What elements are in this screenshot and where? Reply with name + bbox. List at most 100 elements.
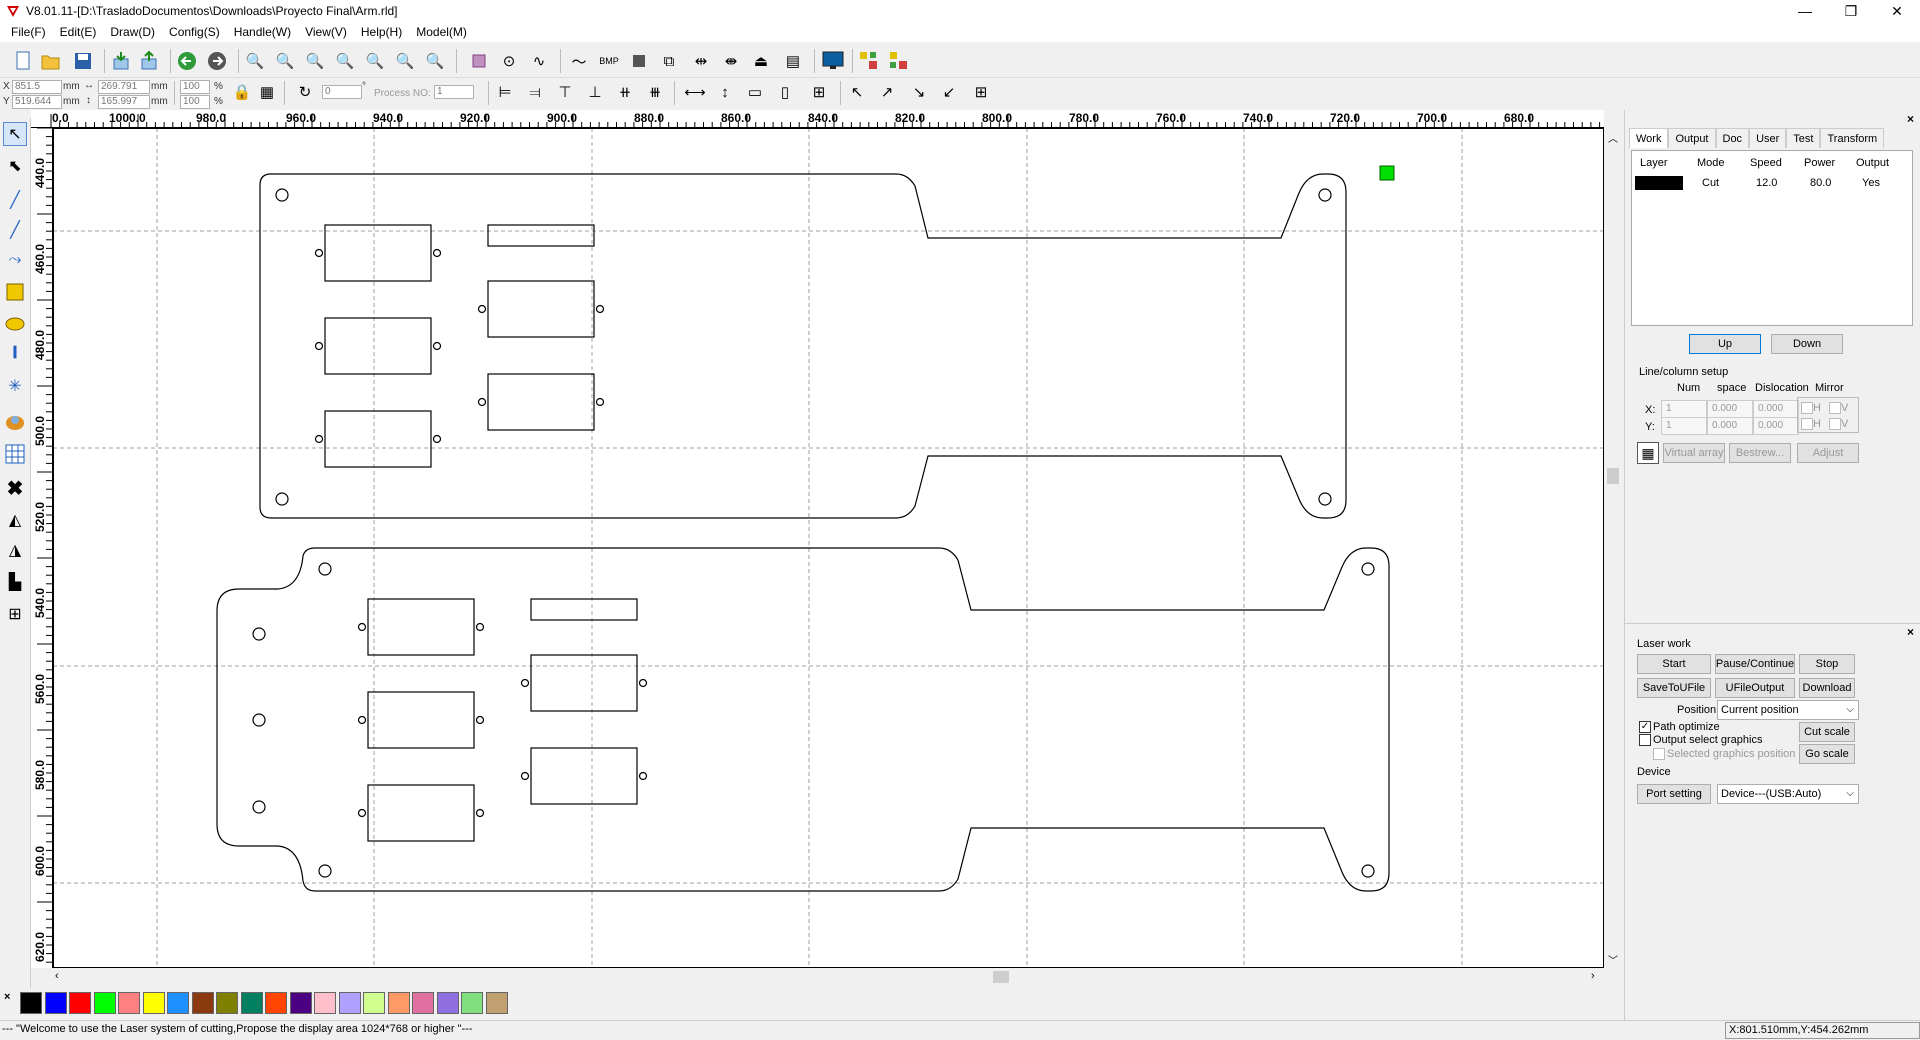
- drawing-canvas[interactable]: [53, 128, 1604, 968]
- close-button[interactable]: ✕: [1874, 0, 1920, 22]
- port-setting-button[interactable]: Port setting: [1637, 784, 1711, 804]
- mirror-x-v-checkbox[interactable]: [1829, 402, 1841, 414]
- distribute-icon[interactable]: ⇼: [718, 48, 744, 74]
- lock-ratio-icon[interactable]: 🔒: [232, 81, 252, 103]
- menu-edit[interactable]: Edit(E): [53, 25, 104, 39]
- delete-icon[interactable]: ✖: [3, 476, 27, 500]
- color-swatch[interactable]: [142, 992, 165, 1014]
- device-select[interactable]: Device---(USB:Auto) ⌵: [1717, 784, 1859, 804]
- bestrew-button[interactable]: Bestrew...: [1729, 443, 1791, 463]
- y-space-field[interactable]: 0.000: [1707, 417, 1753, 435]
- zoom-page-icon[interactable]: 🔍: [332, 48, 358, 74]
- move-bottom-right-icon[interactable]: ↘: [908, 81, 930, 103]
- node-edit-icon[interactable]: ⊙: [496, 48, 522, 74]
- path-optimize-checkbox[interactable]: ✓: [1639, 721, 1651, 733]
- scroll-thumb-h[interactable]: [993, 971, 1009, 983]
- horizontal-scrollbar[interactable]: ‹ ›: [53, 968, 1604, 986]
- rotate-icon[interactable]: ↻: [294, 81, 316, 103]
- adjust-button[interactable]: Adjust: [1797, 443, 1859, 463]
- group-icon[interactable]: ⧉: [656, 48, 682, 74]
- align-center-h-icon[interactable]: ⧻: [644, 81, 666, 103]
- color-swatch[interactable]: [412, 992, 434, 1014]
- virtual-array-button[interactable]: Virtual array: [1663, 443, 1725, 463]
- undo-icon[interactable]: [174, 48, 200, 74]
- x-space-field[interactable]: 0.000: [1707, 400, 1753, 418]
- vectorize-icon[interactable]: 〜: [566, 48, 592, 74]
- scroll-down-icon[interactable]: ﹀: [1608, 952, 1618, 967]
- scroll-thumb-v[interactable]: [1607, 468, 1619, 484]
- move-top-right-icon[interactable]: ↗: [876, 81, 898, 103]
- menu-config[interactable]: Config(S): [162, 25, 227, 39]
- color-swatch[interactable]: [44, 992, 67, 1014]
- align-h-icon[interactable]: ⇹: [688, 48, 714, 74]
- zoom-window-icon[interactable]: 🔍: [422, 48, 448, 74]
- laser-head-icon[interactable]: ⏏: [748, 48, 774, 74]
- sort-layers-icon[interactable]: [856, 48, 882, 74]
- y-num-field[interactable]: 1: [1661, 417, 1707, 435]
- mirror-h-icon[interactable]: ◭: [3, 508, 27, 532]
- bitmap-edit-icon[interactable]: [3, 410, 27, 434]
- zoom-out-icon[interactable]: 🔍: [302, 48, 328, 74]
- bitmap-icon[interactable]: BMP: [596, 48, 622, 74]
- properties-icon[interactable]: ▤: [780, 48, 806, 74]
- go-scale-button[interactable]: Go scale: [1799, 744, 1855, 764]
- layer-icon[interactable]: ▙: [3, 570, 27, 594]
- line-icon[interactable]: ╱: [3, 188, 27, 212]
- array-copy-icon[interactable]: ⊞: [3, 602, 27, 626]
- menu-view[interactable]: View(V): [298, 25, 354, 39]
- same-height-icon[interactable]: ↕: [714, 81, 736, 103]
- tab-test[interactable]: Test: [1786, 128, 1821, 148]
- height-field[interactable]: 165.997: [98, 95, 150, 109]
- ufile-output-button[interactable]: UFileOutput: [1715, 678, 1795, 698]
- scroll-left-icon[interactable]: ‹: [55, 970, 59, 982]
- polyline-icon[interactable]: ╱: [3, 218, 27, 242]
- vertical-scrollbar[interactable]: ︿ ﹀: [1604, 128, 1622, 968]
- laser-close-icon[interactable]: ×: [1907, 625, 1914, 639]
- tab-output[interactable]: Output: [1668, 128, 1716, 148]
- rect-select-icon[interactable]: [466, 48, 492, 74]
- position-select[interactable]: Current position ⌵: [1717, 700, 1859, 720]
- array-layers-icon[interactable]: [886, 48, 912, 74]
- center-page-icon[interactable]: ⊞: [808, 81, 830, 103]
- output-select-checkbox[interactable]: [1639, 734, 1651, 746]
- color-swatch[interactable]: [436, 992, 459, 1014]
- upper-arm-part[interactable]: [259, 173, 1347, 519]
- maximize-button[interactable]: ❐: [1828, 0, 1874, 22]
- curve-icon[interactable]: ⤳: [3, 248, 27, 272]
- mirror-x-h-checkbox[interactable]: [1801, 402, 1813, 414]
- x-dislocation-field[interactable]: 0.000: [1753, 400, 1799, 418]
- menu-model[interactable]: Model(M): [409, 25, 474, 39]
- tab-work[interactable]: Work: [1629, 128, 1669, 148]
- align-top-icon[interactable]: ⊤: [554, 81, 576, 103]
- menu-help[interactable]: Help(H): [354, 25, 409, 39]
- move-bottom-left-icon[interactable]: ↙: [938, 81, 960, 103]
- color-swatch[interactable]: [265, 992, 287, 1014]
- menu-file[interactable]: File(F): [4, 25, 53, 39]
- align-bottom-icon[interactable]: ⊥: [584, 81, 606, 103]
- stop-button[interactable]: Stop: [1799, 654, 1855, 674]
- color-swatch[interactable]: [485, 992, 508, 1014]
- rectangle-icon[interactable]: [3, 280, 27, 304]
- color-swatch[interactable]: [93, 992, 116, 1014]
- mirror-v-icon[interactable]: ◮: [3, 538, 27, 562]
- array-grid-icon[interactable]: ▦: [1637, 442, 1659, 464]
- color-swatch[interactable]: [216, 992, 238, 1014]
- x-position-field[interactable]: 851.5: [12, 80, 62, 94]
- node-select-icon[interactable]: ⬉: [3, 154, 27, 178]
- zoom-in-icon[interactable]: 🔍: [272, 48, 298, 74]
- layer-down-button[interactable]: Down: [1771, 334, 1843, 354]
- palette-close-icon[interactable]: ×: [4, 991, 10, 1003]
- lower-arm-part[interactable]: [216, 547, 1390, 892]
- scale-x-field[interactable]: 100: [180, 80, 210, 94]
- selected-position-checkbox[interactable]: [1653, 748, 1665, 760]
- import-icon[interactable]: [108, 48, 134, 74]
- scroll-right-icon[interactable]: ›: [1591, 970, 1595, 982]
- color-swatch[interactable]: [289, 992, 312, 1014]
- zoom-hand-icon[interactable]: 🔍: [242, 48, 268, 74]
- tab-transform[interactable]: Transform: [1820, 128, 1885, 148]
- process-no-field[interactable]: 1: [434, 85, 474, 99]
- align-right-icon[interactable]: ⫤: [524, 81, 546, 103]
- download-button[interactable]: Download: [1799, 678, 1855, 698]
- redo-icon[interactable]: [204, 48, 230, 74]
- monitor-icon[interactable]: [820, 48, 846, 74]
